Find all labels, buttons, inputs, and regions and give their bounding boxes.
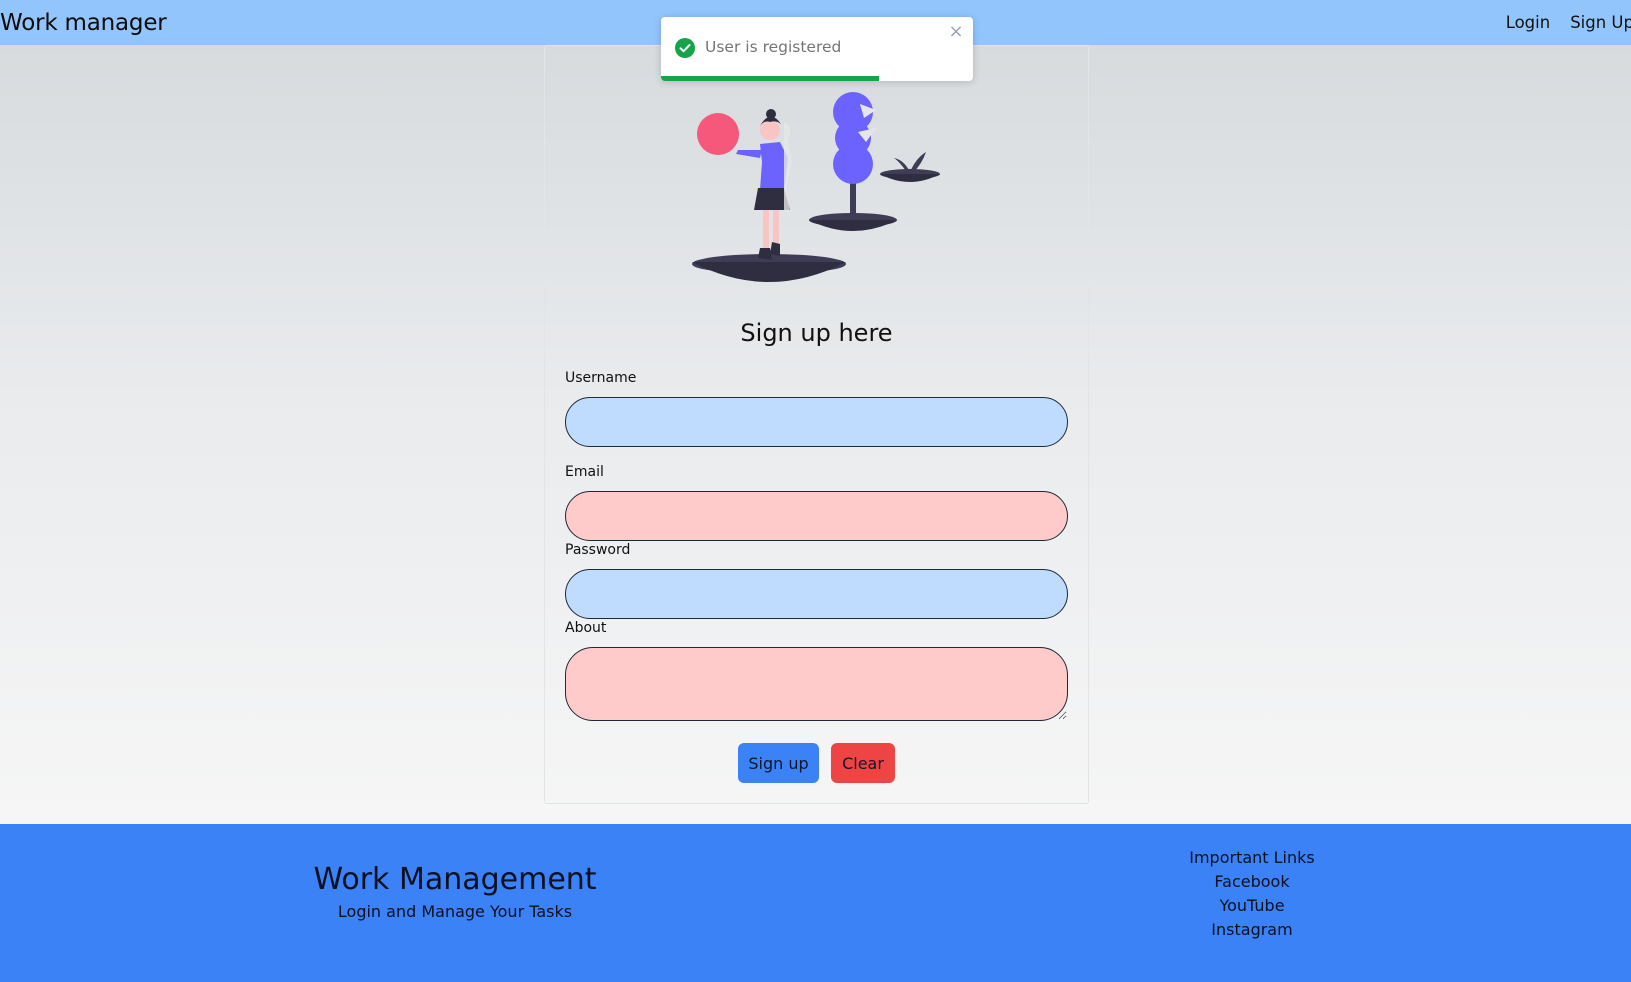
footer: Work Management Login and Manage Your Ta… — [0, 824, 1631, 982]
footer-subtitle: Login and Manage Your Tasks — [337, 902, 573, 921]
footer-title: Work Management — [313, 862, 597, 897]
password-label: Password — [565, 542, 631, 558]
brand-title[interactable]: Work manager — [0, 10, 167, 36]
success-toast[interactable]: User is registered × — [661, 17, 973, 81]
email-label: Email — [565, 464, 604, 480]
password-input[interactable] — [565, 569, 1068, 619]
footer-link-instagram[interactable]: Instagram — [1152, 918, 1352, 942]
footer-links: Important Links Facebook YouTube Instagr… — [1152, 846, 1352, 942]
footer-link-facebook[interactable]: Facebook — [1152, 870, 1352, 894]
signup-title: Sign up here — [740, 319, 893, 347]
nav-links: Login Sign Up — [1506, 13, 1631, 32]
clear-button[interactable]: Clear — [831, 743, 895, 783]
footer-link-youtube[interactable]: YouTube — [1152, 894, 1352, 918]
about-label: About — [565, 620, 607, 636]
about-textarea[interactable] — [565, 647, 1068, 721]
toast-progress-bar — [661, 76, 880, 81]
toast-message: User is registered — [705, 38, 842, 56]
email-input[interactable] — [565, 491, 1068, 541]
check-circle-icon — [675, 38, 695, 58]
username-label: Username — [565, 370, 637, 386]
footer-links-heading: Important Links — [1189, 848, 1315, 867]
close-icon[interactable]: × — [947, 23, 965, 41]
nav-login-link[interactable]: Login — [1506, 13, 1551, 32]
signup-illustration — [692, 92, 940, 282]
username-input[interactable] — [565, 397, 1068, 447]
nav-signup-link[interactable]: Sign Up — [1570, 13, 1631, 32]
signup-button[interactable]: Sign up — [738, 743, 819, 783]
